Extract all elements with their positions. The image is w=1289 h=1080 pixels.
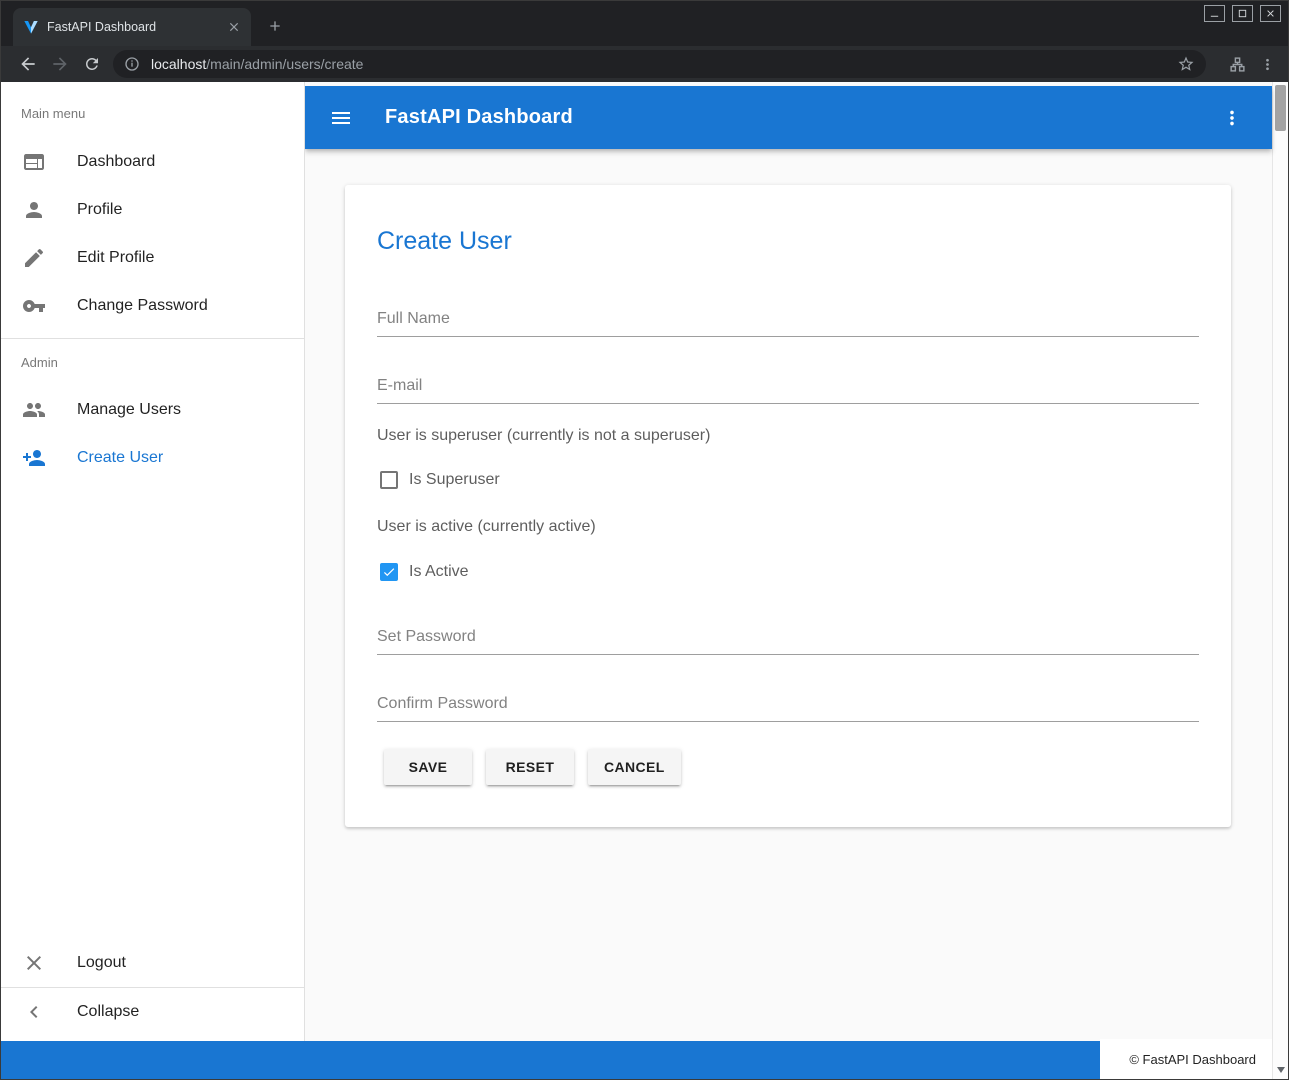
sidebar-section-admin: Admin [1,355,304,371]
browser-tab[interactable]: FastAPI Dashboard [13,8,251,46]
sidebar-divider [1,338,304,339]
extensions-icon[interactable] [1222,50,1252,78]
browser-toolbar: localhost/main/admin/users/create [1,46,1288,82]
vuetify-logo-icon [23,19,39,35]
person-add-icon [22,446,46,470]
sidebar-item-label: Profile [77,201,122,219]
sidebar-item-change-password[interactable]: Change Password [1,282,304,330]
sidebar-item-collapse[interactable]: Collapse [1,988,304,1036]
tab-title: FastAPI Dashboard [47,20,225,34]
sidebar-item-label: Edit Profile [77,249,154,267]
sidebar-item-create-user[interactable]: Create User [1,434,304,482]
confirm-password-field [377,687,1199,722]
people-icon [22,398,46,422]
page-content: Main menu Dashboard Profile Edit Profile… [1,82,1288,1079]
chevron-left-icon [22,1000,46,1024]
sidebar-bottom: Logout Collapse [1,939,304,1041]
tab-close-icon[interactable] [225,18,243,36]
email-field [377,369,1199,404]
app-title: FastAPI Dashboard [385,106,573,129]
sidebar: Main menu Dashboard Profile Edit Profile… [1,82,305,1041]
is-superuser-checkbox-row[interactable]: Is Superuser [380,470,1199,490]
window-controls [1204,5,1281,22]
superuser-hint: User is superuser (currently is not a su… [377,426,1199,446]
key-icon [22,294,46,318]
reset-button[interactable]: RESET [486,749,574,785]
browser-titlebar: FastAPI Dashboard [1,1,1288,46]
cancel-button[interactable]: CANCEL [588,749,681,785]
save-button[interactable]: SAVE [384,749,472,785]
site-info-icon[interactable] [123,55,141,73]
sidebar-item-label: Manage Users [77,401,181,419]
url-text: localhost/main/admin/users/create [151,56,363,72]
sidebar-item-logout[interactable]: Logout [1,939,304,987]
active-hint: User is active (currently active) [377,517,1199,537]
is-active-label: Is Active [409,563,469,581]
is-superuser-checkbox[interactable] [380,471,398,489]
forward-icon[interactable] [45,50,75,78]
dashboard-icon [22,150,46,174]
form-actions: SAVE RESET CANCEL [377,749,1199,785]
sidebar-item-edit-profile[interactable]: Edit Profile [1,234,304,282]
toolbar-right [1222,50,1282,78]
url-host: localhost [151,56,206,72]
confirm-password-input[interactable] [377,687,1199,722]
is-superuser-label: Is Superuser [409,471,500,489]
person-icon [22,198,46,222]
sidebar-item-label: Logout [77,954,126,972]
maximize-button[interactable] [1232,5,1253,22]
reload-icon[interactable] [77,50,107,78]
copyright: © FastAPI Dashboard [1100,1039,1272,1079]
sidebar-item-label: Collapse [77,1003,139,1021]
appbar-menu-icon[interactable] [1208,94,1256,142]
page-scrollbar[interactable] [1272,82,1288,1079]
email-input[interactable] [377,369,1199,404]
scrollbar-thumb[interactable] [1275,85,1286,131]
url-path: /main/admin/users/create [206,56,363,72]
address-bar[interactable]: localhost/main/admin/users/create [113,50,1206,78]
full-name-input[interactable] [377,302,1199,337]
page-title: Create User [377,225,1199,257]
sidebar-item-manage-users[interactable]: Manage Users [1,386,304,434]
back-icon[interactable] [13,50,43,78]
sidebar-item-dashboard[interactable]: Dashboard [1,138,304,186]
sidebar-item-label: Change Password [77,297,208,315]
new-tab-button[interactable] [263,14,287,38]
sidebar-section-main-menu: Main menu [1,106,304,122]
browser-menu-icon[interactable] [1252,50,1282,78]
app-bar: FastAPI Dashboard [305,86,1272,149]
scroll-down-arrow-icon[interactable] [1277,1067,1285,1073]
sidebar-item-label: Dashboard [77,153,155,171]
browser-window: FastAPI Dashboard [0,0,1289,1080]
minimize-button[interactable] [1204,5,1225,22]
full-name-field [377,302,1199,337]
sidebar-item-profile[interactable]: Profile [1,186,304,234]
set-password-input[interactable] [377,620,1199,655]
main-area: Create User User is superuser (currently… [305,149,1272,1041]
app-footer: © FastAPI Dashboard [1,1041,1272,1079]
create-user-card: Create User User is superuser (currently… [345,185,1231,827]
is-active-checkbox[interactable] [380,563,398,581]
is-active-checkbox-row[interactable]: Is Active [380,562,1199,582]
close-button[interactable] [1260,5,1281,22]
pencil-icon [22,246,46,270]
hamburger-menu-icon[interactable] [317,94,365,142]
bookmark-star-icon[interactable] [1176,54,1196,74]
set-password-field [377,620,1199,655]
close-icon [22,951,46,975]
sidebar-item-label: Create User [77,449,163,467]
